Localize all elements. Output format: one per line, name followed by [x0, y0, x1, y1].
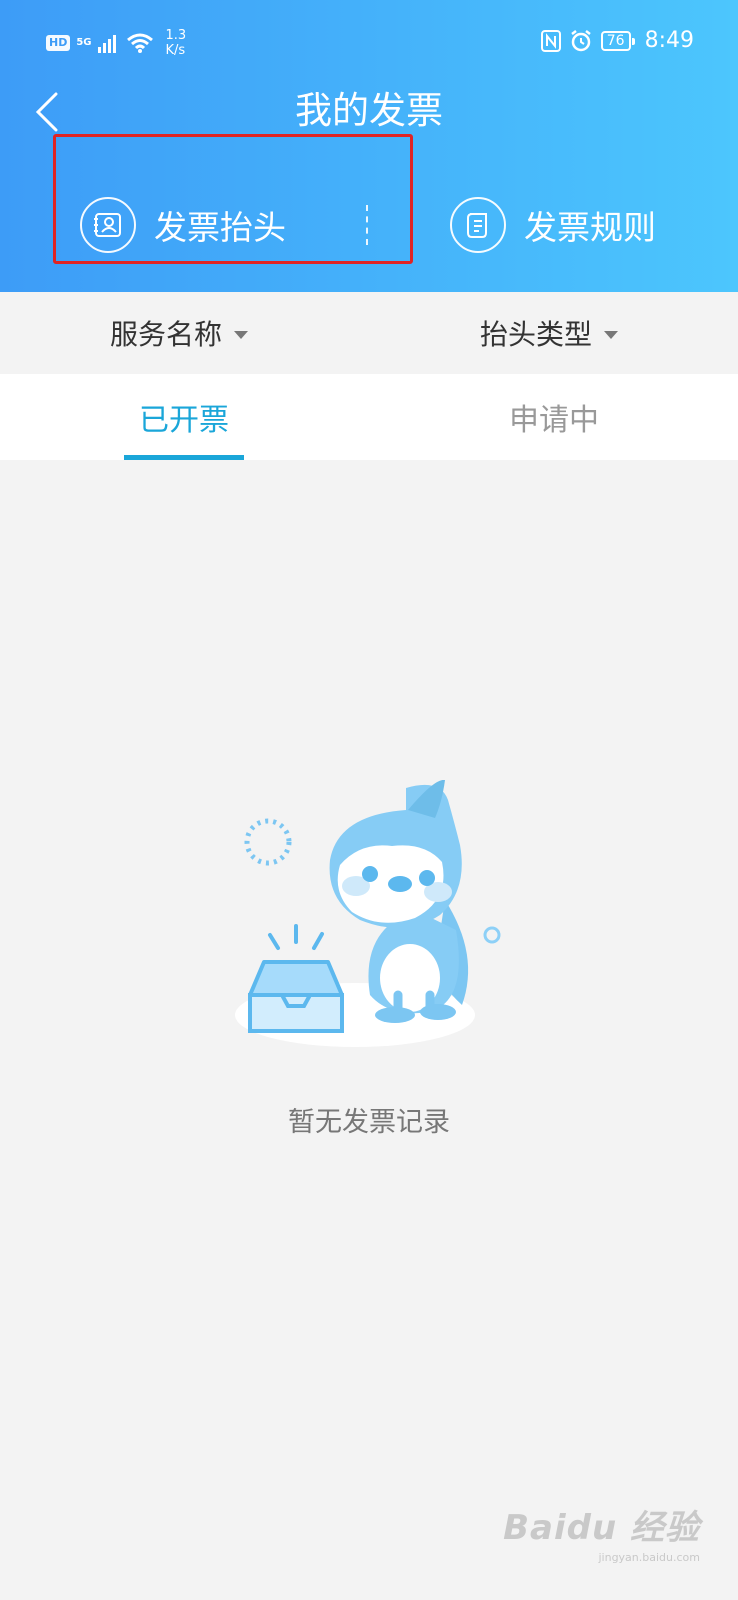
filter-bar: 服务名称 抬头类型 — [0, 292, 738, 374]
invoice-rules-label: 发票规则 — [524, 208, 656, 247]
filter-header-type[interactable]: 抬头类型 — [480, 292, 619, 374]
status-left: HD 5G 1.3 K/s — [46, 28, 186, 58]
page-title: 我的发票 — [295, 89, 443, 132]
caret-down-icon — [234, 331, 249, 339]
speed-unit: K/s — [165, 43, 186, 58]
hd-badge: HD — [46, 35, 71, 51]
caret-down-icon — [604, 331, 619, 339]
network-speed: 1.3 K/s — [166, 28, 187, 58]
highlight-box — [53, 134, 413, 264]
clock: 8:49 — [644, 28, 694, 53]
nfc-icon — [540, 29, 561, 52]
filter-type-label: 抬头类型 — [480, 318, 593, 351]
filter-service-name[interactable]: 服务名称 — [110, 292, 249, 374]
empty-state-illustration — [235, 780, 501, 1047]
header: HD 5G 1.3 K/s 76 8:49 我的发票 发票抬头 发票规则 — [0, 0, 738, 292]
empty-state-message: 暂无发票记录 — [288, 1107, 450, 1138]
battery-icon: 76 — [600, 30, 635, 51]
active-tab-indicator — [124, 455, 244, 460]
watermark-brand: Baidu 经验 — [503, 1508, 700, 1548]
filter-service-label: 服务名称 — [110, 318, 223, 351]
speed-value: 1.3 — [165, 28, 187, 43]
scroll-document-icon — [450, 197, 506, 253]
signal-icon — [97, 35, 116, 53]
tab-issued[interactable]: 已开票 — [124, 374, 244, 460]
alarm-icon — [571, 29, 591, 51]
wifi-icon — [126, 33, 153, 53]
network-type: 5G — [76, 37, 92, 48]
invoice-rules-button[interactable]: 发票规则 — [450, 192, 656, 258]
status-right: 76 8:49 — [540, 28, 694, 53]
status-bar: HD 5G 1.3 K/s 76 8:49 — [0, 0, 738, 84]
tab-pending[interactable]: 申请中 — [492, 374, 616, 460]
watermark-site: jingyan.baidu.com — [598, 1551, 700, 1564]
baidu-watermark: Baidu 经验 jingyan.baidu.com — [503, 1500, 700, 1564]
tab-bar: 已开票 申请中 — [0, 374, 738, 460]
